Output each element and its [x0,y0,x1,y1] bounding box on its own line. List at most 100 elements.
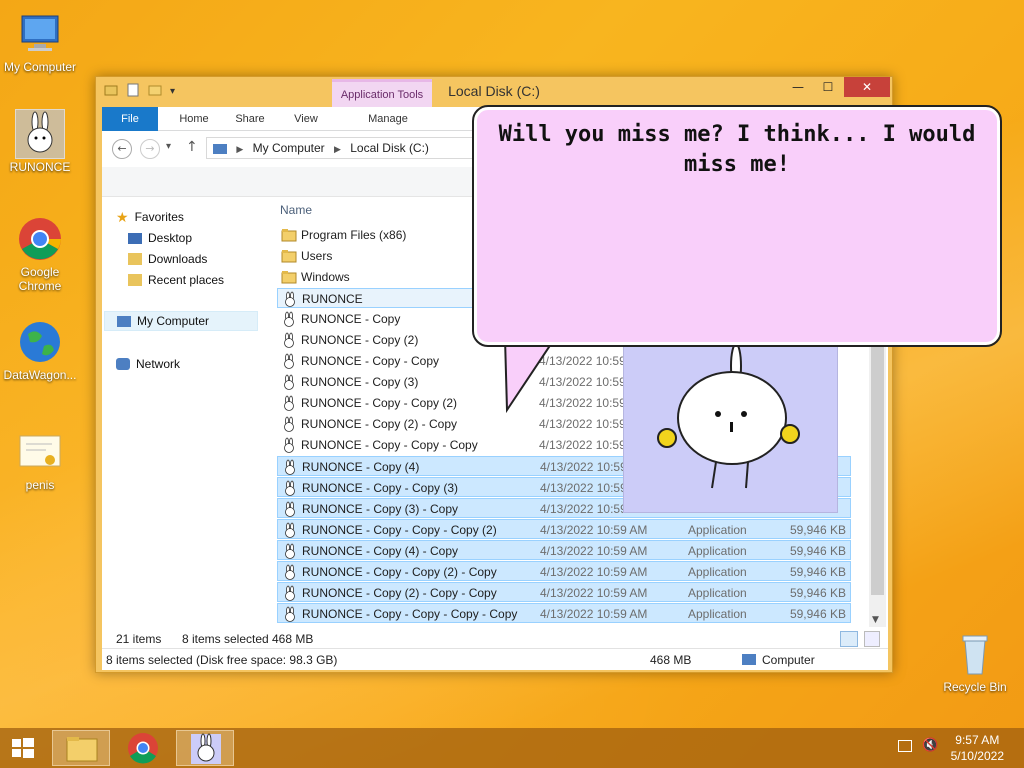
rabbit-app-icon [282,543,298,559]
computer-zone-icon [742,654,756,665]
recent-places-icon [128,274,142,286]
desktop-icon-label: Recycle Bin [943,680,1007,694]
nav-item-my-computer[interactable]: My Computer [104,311,258,331]
rabbit-app-icon [282,501,298,517]
desktop-icon-datawagon[interactable]: DataWagon... [0,318,80,382]
computer-icon [117,315,131,327]
file-size: 59,946 KB [789,523,846,537]
file-date: 4/13/2022 10:59 AM [540,544,648,558]
file-name: RUNONCE - Copy (3) [301,375,419,389]
recent-locations-chevron-icon[interactable]: ▾ [166,141,171,152]
file-date: 4/13/2022 10:59 [540,502,627,516]
back-button[interactable]: ← [112,139,132,159]
file-size: 59,946 KB [789,586,846,600]
status-bar: 8 items selected (Disk free space: 98.3 … [102,648,888,670]
desktop-icon-my-computer[interactable]: My Computer [0,10,80,74]
clock[interactable]: 9:57 AM 5/10/2022 [951,732,1004,764]
certificate-icon [16,428,64,476]
file-name: RUNONCE - Copy - Copy - Copy (2) [302,523,497,537]
rabbit-app-icon [281,437,297,453]
rabbit-drawing [657,343,800,489]
large-icons-view-icon[interactable] [864,631,880,647]
folder-icon [281,269,297,285]
tab-file[interactable]: File [102,107,158,131]
desktop-icon-penis[interactable]: penis [0,428,80,492]
file-date: 4/13/2022 10:59 [539,438,626,452]
rabbit-app-icon [282,564,298,580]
desktop-icon-label: My Computer [3,60,77,74]
rabbit-app-icon [281,332,297,348]
scroll-down-icon[interactable]: ▼ [872,615,879,625]
tab-manage[interactable]: Manage [338,107,438,131]
title-bar[interactable]: ▾ Application Tools Local Disk (C:) — ☐ … [96,77,892,107]
close-button[interactable]: ✕ [844,77,890,97]
file-row[interactable]: RUNONCE - Copy (4) - Copy 4/13/2022 10:59… [277,540,851,560]
windows-logo-icon [12,738,34,758]
file-row[interactable]: RUNONCE - Copy - Copy - Copy (2) 4/13/202… [277,519,851,539]
nav-item-recent-places[interactable]: Recent places [128,270,224,290]
scroll-thumb[interactable] [871,337,884,595]
file-name: RUNONCE - Copy - Copy (2) [301,396,458,410]
file-date: 4/13/2022 10:59 AM [540,607,648,621]
nav-item-favorites[interactable]: ★ Favorites [116,207,184,227]
breadcrumb-separator-icon: ▶ [333,144,341,154]
breadcrumb-my-computer[interactable]: My Computer [253,141,325,155]
nav-label: Network [136,357,181,371]
nav-item-downloads[interactable]: Downloads [128,249,207,269]
taskbar-chrome[interactable] [114,730,172,766]
file-row[interactable]: RUNONCE - Copy (2) - Copy - Copy 4/13/202… [277,582,851,602]
file-name: RUNONCE - Copy - Copy - Copy [301,438,478,452]
file-name: RUNONCE - Copy (2) [301,333,419,347]
file-row[interactable]: RUNONCE - Copy - Copy (2) - Copy 4/13/202… [277,561,851,581]
taskbar-runonce[interactable] [176,730,234,766]
taskbar: 🔇 9:57 AM 5/10/2022 [0,728,1024,768]
volume-muted-icon[interactable]: 🔇 [922,738,938,753]
column-header-name[interactable]: Name [280,203,312,217]
downloads-folder-icon [128,253,142,265]
file-name: RUNONCE [302,292,363,306]
file-name: RUNONCE - Copy (2) - Copy [301,417,458,431]
status-size: 468 MB [650,653,692,667]
rabbit-app-icon [282,585,298,601]
file-name: RUNONCE - Copy - Copy [301,354,440,368]
file-name: RUNONCE - Copy (4) [302,460,420,474]
file-name: Windows [301,270,350,284]
forward-button[interactable]: → [140,139,160,159]
up-button[interactable]: ↑ [186,139,198,155]
desktop-icon-runonce[interactable]: RUNONCE [0,109,80,174]
file-date: 4/13/2022 10:59 AM [540,523,648,537]
nav-item-desktop[interactable]: Desktop [128,228,192,248]
desktop-icon-recycle-bin[interactable]: Recycle Bin [935,630,1015,694]
network-tray-icon[interactable] [898,740,912,752]
computer-small-icon [213,143,227,154]
breadcrumb-local-disk[interactable]: Local Disk (C:) [350,141,429,155]
rabbit-icon [191,733,221,764]
desktop-icon-chrome[interactable]: Google Chrome [0,215,80,293]
clock-time: 9:57 AM [955,733,1000,747]
file-row[interactable]: RUNONCE - Copy - Copy - Copy - Copy 4/13/… [277,603,851,623]
status-selection-text: 8 items selected (Disk free space: 98.3 … [106,653,338,667]
desktop-folder-icon [128,232,142,244]
desktop-icon-label: RUNONCE [9,160,71,174]
maximize-button[interactable]: ☐ [814,77,842,97]
rabbit-app-icon [282,522,298,538]
breadcrumb-separator-icon: ▶ [236,144,244,154]
start-button[interactable] [0,730,48,766]
nav-item-network[interactable]: Network [116,354,180,374]
file-size: 59,946 KB [789,565,846,579]
nav-label: Favorites [134,210,184,224]
file-type: Application [688,523,747,537]
monitor-icon [16,10,64,58]
tab-home[interactable]: Home [166,107,222,131]
chrome-icon [128,733,158,764]
tab-view[interactable]: View [278,107,334,131]
file-size: 59,946 KB [789,544,846,558]
minimize-button[interactable]: — [784,77,812,97]
tab-share[interactable]: Share [222,107,278,131]
file-name: RUNONCE - Copy (4) - Copy [302,544,459,558]
rabbit-app-icon [282,480,298,496]
taskbar-file-explorer[interactable] [52,730,110,766]
file-name: Users [301,249,333,263]
chrome-icon [16,215,64,263]
details-view-icon[interactable] [840,631,858,647]
